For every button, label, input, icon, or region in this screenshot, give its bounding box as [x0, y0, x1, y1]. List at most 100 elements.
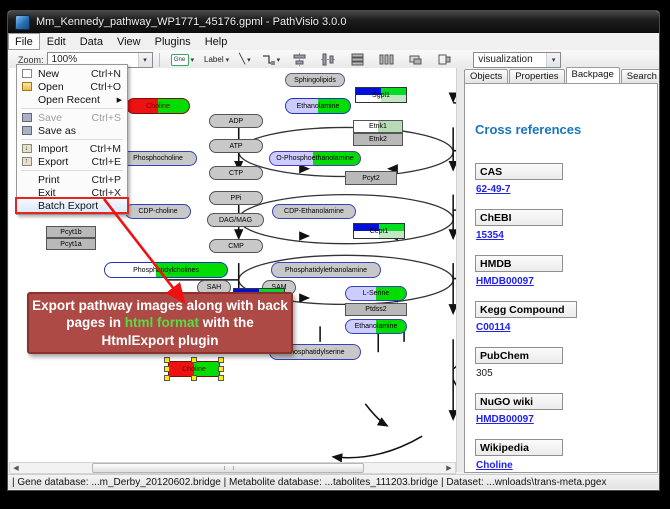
- chevron-down-icon[interactable]: ▾: [247, 56, 251, 64]
- selection-handle[interactable]: [191, 357, 197, 363]
- selection-handle[interactable]: [164, 375, 170, 381]
- tab-backpage[interactable]: Backpage: [566, 67, 620, 83]
- pathway-node-pcyt2[interactable]: Pcyt2: [345, 171, 397, 185]
- zoom-label: Zoom:: [18, 55, 44, 65]
- file-menu-item-import[interactable]: ↓ImportCtrl+M: [17, 142, 127, 155]
- xref-value-nugo-wiki[interactable]: HMDB00097: [476, 414, 534, 425]
- xref-value-chebi[interactable]: 15354: [476, 230, 504, 241]
- pathway-node-cdp-ethanolamine[interactable]: CDP-Ethanolamine: [272, 204, 356, 219]
- menubar-item-file[interactable]: File: [8, 33, 40, 50]
- menubar-item-plugins[interactable]: Plugins: [148, 33, 198, 50]
- pathway-node-dag-mag[interactable]: DAG/MAG: [207, 213, 264, 227]
- menu-item-shortcut: Ctrl+O: [90, 81, 124, 93]
- chevron-down-icon[interactable]: ▾: [191, 56, 195, 64]
- connector-tool-button[interactable]: ▾: [258, 51, 284, 69]
- menubar-item-help[interactable]: Help: [198, 33, 235, 50]
- align-center-y-button[interactable]: [321, 53, 336, 66]
- scroll-right-icon[interactable]: ▶: [443, 463, 455, 473]
- selection-handle[interactable]: [218, 366, 224, 372]
- status-bar: | Gene database: ...m_Derby_20120602.bri…: [8, 474, 659, 489]
- stack-rows-button[interactable]: [350, 53, 365, 66]
- scrollbar-thumb[interactable]: [92, 463, 364, 473]
- scale-icon: [437, 53, 452, 66]
- pathway-node-phosphatidylethanolamine[interactable]: Phosphatidylethanolamine: [271, 262, 381, 278]
- visualization-combobox[interactable]: visualization ▾: [473, 52, 561, 68]
- file-menu-item-batch-export[interactable]: Batch Export: [17, 199, 127, 212]
- gene-node-icon: Gne: [171, 54, 189, 66]
- pathway-node-sgpl1[interactable]: Sgpl1: [355, 87, 407, 103]
- tab-properties[interactable]: Properties: [509, 69, 564, 83]
- chevron-down-icon[interactable]: ▾: [226, 56, 230, 64]
- pathway-node-l-serine[interactable]: L-Serine: [345, 286, 407, 301]
- line-tool-button[interactable]: ╲ ▾: [236, 51, 254, 69]
- xref-value-hmdb[interactable]: HMDB00097: [476, 276, 534, 287]
- xref-value-kegg-compound[interactable]: C00114: [476, 322, 510, 333]
- tab-objects[interactable]: Objects: [464, 69, 508, 83]
- pathway-node-ethanolamine[interactable]: Ethanolamine: [285, 98, 351, 114]
- file-menu-item-exit[interactable]: ExitCtrl+X: [17, 186, 127, 199]
- xref-value-wikipedia[interactable]: Choline: [476, 460, 513, 471]
- scroll-left-icon[interactable]: ◀: [10, 463, 22, 473]
- xref-header-kegg-compound: Kegg Compound: [475, 301, 577, 318]
- tab-search[interactable]: Search: [621, 69, 660, 83]
- pathway-node-ethanolamine[interactable]: Ethanolamine: [345, 319, 407, 334]
- pathway-node-adp[interactable]: ADP: [209, 114, 263, 128]
- selection-handle[interactable]: [191, 375, 197, 381]
- file-menu-item-save-as[interactable]: Save as: [17, 124, 127, 137]
- pathway-node-pcyt1a[interactable]: Pcyt1a: [46, 238, 96, 250]
- menubar-item-view[interactable]: View: [110, 33, 148, 50]
- file-menu-item-open[interactable]: Open Ctrl+O: [17, 80, 127, 93]
- chevron-down-icon[interactable]: ▾: [546, 53, 560, 67]
- pathway-node-choline[interactable]: Choline: [126, 98, 190, 114]
- pathway-node-etnk2[interactable]: Etnk2: [353, 133, 403, 146]
- menu-item-shortcut: Ctrl+M: [90, 143, 124, 155]
- file-menu-item-new[interactable]: NewCtrl+N: [17, 67, 127, 80]
- selection-handle[interactable]: [164, 366, 170, 372]
- pathway-node-o-phosphoethanolamine[interactable]: O-Phosphoethanolamine: [269, 151, 361, 166]
- chevron-down-icon[interactable]: ▾: [277, 56, 281, 64]
- menubar-item-edit[interactable]: Edit: [40, 33, 73, 50]
- pathway-node-etnk1[interactable]: Etnk1: [353, 120, 403, 133]
- pathway-node-sphingolipids[interactable]: Sphingolipids: [285, 73, 345, 87]
- selection-handle[interactable]: [218, 375, 224, 381]
- file-menu-item-save[interactable]: SaveCtrl+S: [17, 111, 127, 124]
- selection-handle[interactable]: [164, 357, 170, 363]
- menu-item-shortcut: Ctrl+P: [92, 174, 124, 186]
- file-menu-item-open-recent[interactable]: Open Recent▶: [17, 93, 127, 106]
- menubar-item-data[interactable]: Data: [73, 33, 110, 50]
- stack-columns-button[interactable]: [379, 53, 394, 66]
- new-document-icon: [22, 69, 32, 78]
- menu-item-label: Save as: [38, 125, 76, 137]
- chevron-down-icon[interactable]: ▾: [138, 53, 152, 67]
- callout-line: pages in html format with the: [66, 314, 254, 332]
- title-bar[interactable]: Mm_Kennedy_pathway_WP1771_45176.gpml - P…: [8, 11, 659, 33]
- pathway-node-atp[interactable]: ATP: [209, 139, 263, 153]
- common-size-button[interactable]: [408, 53, 423, 66]
- callout-highlight-text: html format: [125, 315, 199, 330]
- pathway-node-phosphocholine[interactable]: Phosphocholine: [119, 151, 197, 166]
- selection-handle[interactable]: [218, 357, 224, 363]
- pathway-node-ptdss2[interactable]: Ptdss2: [345, 303, 407, 316]
- visualization-value: visualization: [478, 54, 532, 65]
- import-icon: ↓: [22, 144, 32, 153]
- pathway-node-ctp[interactable]: CTP: [209, 166, 263, 180]
- horizontal-scrollbar[interactable]: ◀ ▶: [9, 462, 456, 474]
- menu-item-label: Open Recent: [38, 94, 100, 106]
- file-menu-item-export[interactable]: ↑ExportCtrl+E: [17, 155, 127, 168]
- file-menu-item-print[interactable]: PrintCtrl+P: [17, 173, 127, 186]
- pathway-node-ppi[interactable]: PPi: [209, 191, 263, 205]
- pathway-node-cdp-choline[interactable]: CDP-choline: [125, 204, 191, 219]
- label-tool-button[interactable]: Label ▾: [201, 51, 232, 69]
- menu-item-label: Open: [38, 81, 64, 93]
- xref-value-cas[interactable]: 62-49-7: [476, 184, 510, 195]
- gene-product-tool-button[interactable]: Gne ▾: [168, 51, 198, 69]
- pathway-node-pcyt1b[interactable]: Pcyt1b: [46, 226, 96, 238]
- pathway-node-cept1[interactable]: Cept1: [353, 223, 405, 239]
- reaction-loop: [239, 195, 453, 244]
- pathway-node-cmp[interactable]: CMP: [209, 239, 263, 253]
- scale-button[interactable]: [437, 53, 452, 66]
- align-center-x-button[interactable]: [292, 53, 307, 66]
- pathway-node-phosphatidylcholines[interactable]: Phosphatidylcholines: [104, 262, 228, 278]
- callout-text: HtmlExport plugin: [102, 333, 219, 348]
- toolbar-separator: [159, 53, 160, 67]
